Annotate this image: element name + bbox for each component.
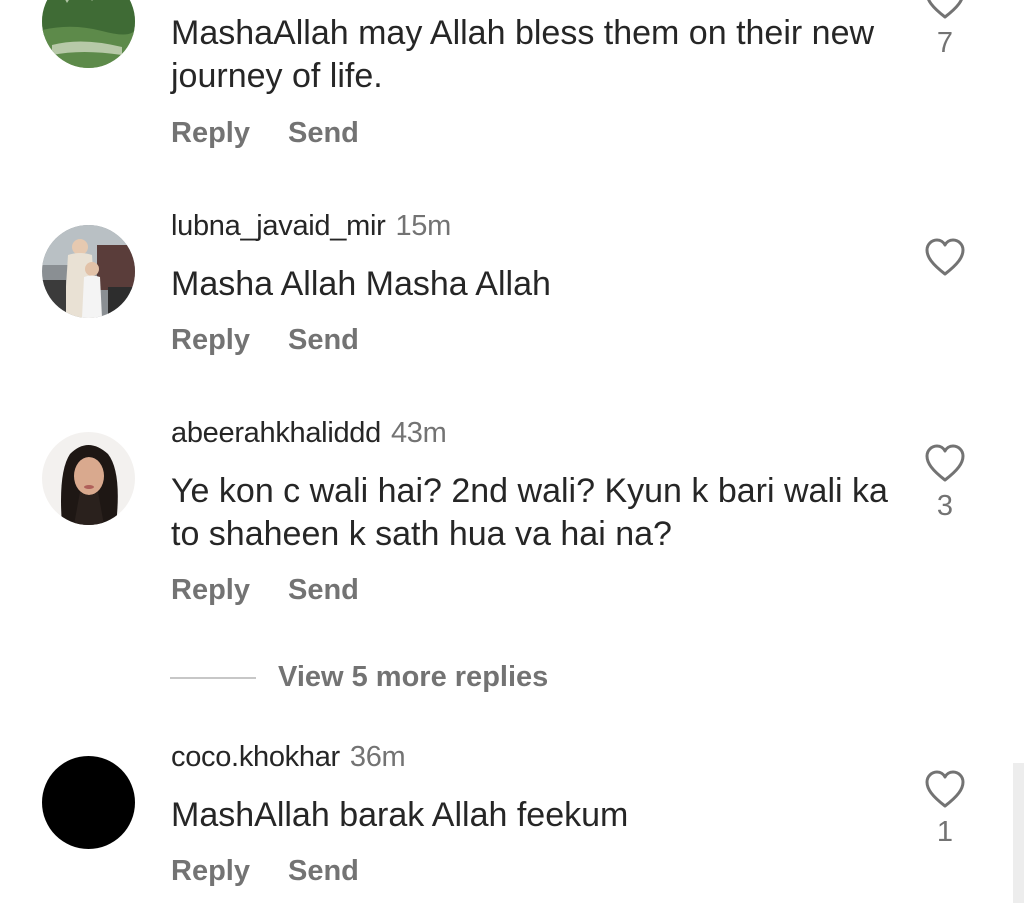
comment-text: Ye kon c wali hai? 2nd wali? Kyun k bari… <box>171 472 888 553</box>
view-more-replies[interactable]: View 5 more replies <box>170 661 548 697</box>
comment-username[interactable]: coco.khokhar <box>171 741 340 773</box>
avatar[interactable] <box>42 756 135 849</box>
comment-username[interactable]: abeerahkhaliddd <box>171 417 381 449</box>
avatar[interactable] <box>42 225 135 318</box>
heart-outline-icon[interactable] <box>924 0 966 20</box>
comment-timestamp: 36m <box>349 741 406 773</box>
heart-outline-icon[interactable] <box>924 237 966 277</box>
like-control: 1 <box>922 769 968 849</box>
like-control: 7 <box>922 0 968 60</box>
comment-text: MashAllah barak Allah feekum <box>171 796 629 834</box>
reply-button[interactable]: Reply <box>171 855 250 887</box>
comment-timestamp: 15m <box>395 210 451 242</box>
reply-button[interactable]: Reply <box>171 117 250 149</box>
like-count: 7 <box>936 27 954 59</box>
send-button[interactable]: Send <box>288 855 359 887</box>
comment-timestamp: 43m <box>390 417 447 449</box>
avatar[interactable] <box>42 432 135 525</box>
divider <box>170 676 256 679</box>
view-more-replies-button[interactable]: View 5 more replies <box>278 661 548 694</box>
comment-text: MashaAllah may Allah bless them on their… <box>171 14 875 95</box>
reply-button[interactable]: Reply <box>171 324 250 356</box>
send-button[interactable]: Send <box>288 324 359 356</box>
heart-outline-icon[interactable] <box>924 443 966 483</box>
comment-text: Masha Allah Masha Allah <box>171 265 551 303</box>
reply-button[interactable]: Reply <box>171 574 250 606</box>
send-button[interactable]: Send <box>288 117 359 149</box>
like-count: 3 <box>936 490 954 522</box>
like-control: 3 <box>922 443 968 523</box>
like-count: 1 <box>936 816 954 848</box>
scrollbar[interactable] <box>1013 763 1024 903</box>
send-button[interactable]: Send <box>288 574 359 606</box>
avatar[interactable] <box>42 0 135 68</box>
comment-username[interactable]: lubna_javaid_mir <box>171 210 386 242</box>
like-control <box>922 237 968 283</box>
heart-outline-icon[interactable] <box>924 769 966 809</box>
